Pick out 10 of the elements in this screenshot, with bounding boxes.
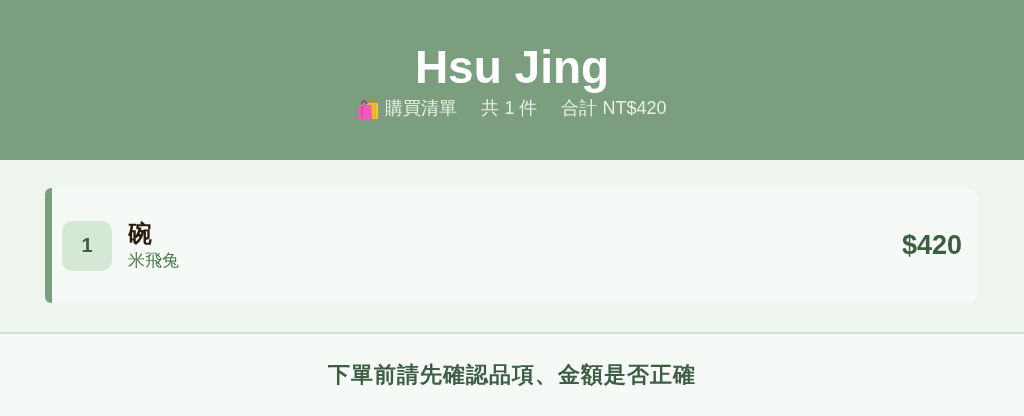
summary-text: 共 1 件 (481, 97, 538, 120)
confirmation-notice: 下單前請先確認品項、金額是否正確 (328, 361, 696, 389)
customer-name: Hsu Jing (414, 40, 610, 94)
item-number: 1 (62, 220, 112, 271)
item-price: $420 (901, 230, 962, 261)
item-variant: 米飛兔 (128, 249, 180, 272)
shopping-bags-icon (357, 96, 380, 120)
summary-text: 購買清單 (385, 97, 458, 120)
item-name: 碗 (128, 218, 153, 249)
summary-text: 合計 NT$420 (561, 97, 667, 120)
